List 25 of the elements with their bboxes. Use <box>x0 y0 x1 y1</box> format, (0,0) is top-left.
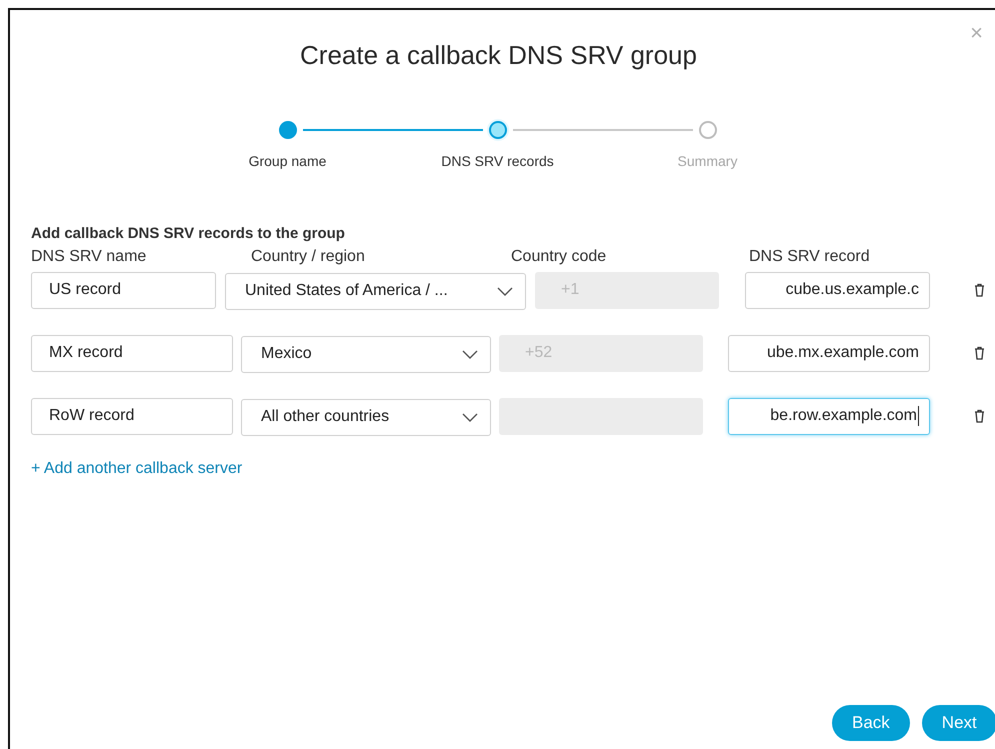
dialog-title: Create a callback DNS SRV group <box>300 40 697 71</box>
column-header: Country code <box>511 248 606 265</box>
step-label: Summary <box>676 153 738 169</box>
srv-record-field[interactable]: ube.mx.example.com <box>728 334 930 372</box>
trash-icon[interactable] <box>974 409 985 423</box>
section-title: Add callback DNS SRV records to the group <box>31 225 346 242</box>
column-header: DNS SRV record <box>749 248 870 265</box>
name-field[interactable]: US record <box>31 272 216 308</box>
chevron-down-icon <box>462 412 478 422</box>
trash-icon[interactable] <box>974 283 985 297</box>
trash-icon[interactable] <box>974 346 985 360</box>
chevron-down-icon <box>462 350 478 358</box>
name-field[interactable]: MX record <box>31 334 233 372</box>
chevron-down-icon <box>497 286 513 296</box>
column-header: Country / region <box>251 248 365 265</box>
name-field[interactable]: RoW record <box>31 398 233 434</box>
column-header: DNS SRV name <box>31 248 146 265</box>
srv-record-field[interactable]: be.row.example.com <box>728 398 930 434</box>
country-dropdown[interactable]: United States of America / ... <box>225 272 526 310</box>
add-server-link[interactable]: + Add another callback server <box>31 460 242 478</box>
country-dropdown[interactable]: Mexico <box>241 336 491 372</box>
step-label: DNS SRV records <box>440 153 555 169</box>
country-dropdown[interactable]: All other countries <box>241 398 491 436</box>
step-label: Group name <box>248 153 328 169</box>
srv-record-field[interactable]: cube.us.example.c <box>745 272 930 308</box>
